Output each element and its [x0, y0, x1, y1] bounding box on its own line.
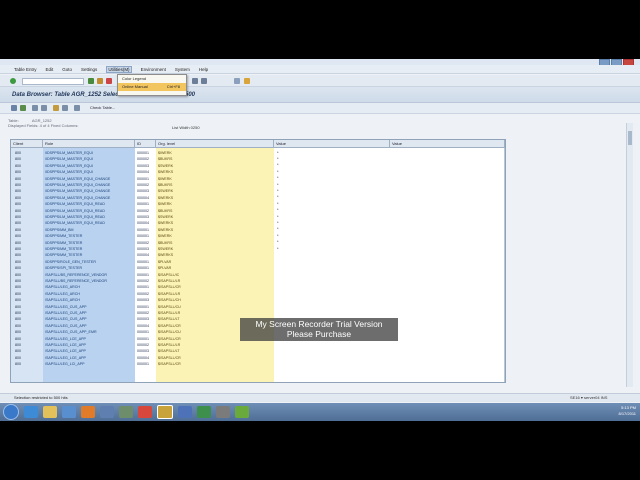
print-icon[interactable]: [192, 78, 198, 84]
cell-value[interactable]: *: [277, 156, 279, 161]
cell-value[interactable]: *: [277, 194, 279, 199]
utilities-dropdown: Color Legend Online Manual Ctrl+F8: [117, 74, 187, 96]
filter-icon[interactable]: [53, 105, 59, 111]
back-icon[interactable]: [88, 78, 94, 84]
displayed-fields: Displayed Fields: 4 of 4 Fixed Columns:: [8, 123, 79, 128]
start-button[interactable]: [3, 404, 19, 420]
export-icon[interactable]: [74, 105, 80, 111]
dropdown-item-online-manual[interactable]: Online Manual Ctrl+F8: [118, 83, 186, 91]
app-icon[interactable]: [119, 406, 133, 418]
cell-value[interactable]: *: [277, 246, 279, 251]
cell-value[interactable]: *: [277, 207, 279, 212]
dropdown-item-label: Color Legend: [122, 76, 147, 81]
cancel-icon[interactable]: [106, 78, 112, 84]
list-width-button[interactable]: List Width 0250: [172, 125, 200, 130]
cell-value[interactable]: *: [277, 150, 279, 155]
col-header-role[interactable]: Role: [43, 140, 135, 148]
sap-window: Table Entry Edit Goto Settings Utilities(M) E…: [0, 59, 640, 421]
scroll-thumb[interactable]: [628, 131, 632, 145]
recorder-icon[interactable]: [235, 406, 249, 418]
cell-value[interactable]: *: [277, 239, 279, 244]
explorer-icon[interactable]: [43, 406, 57, 418]
status-bar: Selection restricted to 500 hits SE16 ▾ …: [0, 393, 640, 402]
title-header: Data Browser: Table AGR_1252 Select Entr…: [0, 87, 640, 103]
value2-column-bg: [390, 148, 505, 382]
excel-icon[interactable]: [197, 406, 211, 418]
check-table-button[interactable]: Check Table...: [90, 105, 115, 110]
cell-value[interactable]: *: [277, 226, 279, 231]
menu-item-utilities-m[interactable]: Utilities(M): [106, 65, 132, 73]
media-icon[interactable]: [62, 406, 76, 418]
clock-date: 8/17/2011: [618, 411, 637, 416]
help-icon[interactable]: [244, 78, 250, 84]
cell-id[interactable]: 000001: [137, 361, 157, 367]
sap-gui-icon[interactable]: [157, 405, 173, 419]
menu-item-goto[interactable]: Goto: [62, 67, 72, 72]
menu-item-help[interactable]: Help: [199, 67, 208, 72]
value-column-bg: [274, 148, 391, 382]
dropdown-item-color-legend[interactable]: Color Legend: [118, 75, 186, 83]
cell-value[interactable]: *: [277, 162, 279, 167]
col-header-value-2[interactable]: Value: [390, 140, 505, 148]
cell-value[interactable]: *: [277, 201, 279, 206]
find-icon[interactable]: [201, 78, 207, 84]
application-toolbar: Check Table...: [0, 103, 640, 114]
change-icon[interactable]: [20, 105, 26, 111]
status-message: Selection restricted to 500 hits: [14, 395, 68, 400]
watermark-line1: My Screen Recorder Trial Version: [255, 319, 383, 329]
clock[interactable]: 5:13 PM 8/17/2011: [619, 405, 637, 417]
chrome-icon[interactable]: [138, 406, 152, 418]
sort-desc-icon[interactable]: [41, 105, 47, 111]
cell-value[interactable]: *: [277, 188, 279, 193]
word-icon[interactable]: [178, 406, 192, 418]
col-header-id[interactable]: ID: [135, 140, 156, 148]
cell-role[interactable]: /SAPSLL/LEG_LCI_APP: [45, 361, 135, 367]
enter-icon[interactable]: [10, 78, 16, 84]
firefox-icon[interactable]: [81, 406, 95, 418]
sort-asc-icon[interactable]: [32, 105, 38, 111]
system-info[interactable]: SE16 ▾ server04 INS: [570, 395, 607, 400]
menu-item-environment[interactable]: Environment: [141, 67, 166, 72]
cell-value[interactable]: *: [277, 233, 279, 238]
menu-item-settings[interactable]: Settings: [81, 67, 97, 72]
new-session-icon[interactable]: [234, 78, 240, 84]
watermark-line2: Please Purchase: [286, 329, 352, 339]
selection-info: Table: AGR_1252 Displayed Fields: 4 of 4…: [8, 118, 78, 128]
data-grid: Client Role ID Org. level Value Value 80…: [10, 139, 506, 383]
ie-icon[interactable]: [24, 406, 38, 418]
menu-item-edit[interactable]: Edit: [46, 67, 54, 72]
system-toolbar: [0, 75, 640, 87]
menu-item-system[interactable]: System: [175, 67, 190, 72]
vertical-scrollbar[interactable]: [626, 123, 633, 387]
command-field[interactable]: [22, 78, 84, 85]
exit-icon[interactable]: [97, 78, 103, 84]
cell-value[interactable]: *: [277, 182, 279, 187]
dropdown-item-label: Online Manual: [122, 84, 148, 89]
dropdown-item-shortcut: Ctrl+F8: [166, 84, 180, 89]
taskbar: 5:13 PM 8/17/2011: [0, 403, 640, 421]
cell-value[interactable]: *: [277, 220, 279, 225]
col-header-org-level[interactable]: Org. level: [156, 140, 274, 148]
cell-value[interactable]: *: [277, 214, 279, 219]
tools-icon[interactable]: [216, 406, 230, 418]
watermark: My Screen Recorder Trial Version Please …: [240, 318, 398, 341]
sum-icon[interactable]: [62, 105, 68, 111]
cell-client[interactable]: 800: [15, 361, 41, 367]
col-header-value[interactable]: Value: [274, 140, 390, 148]
cell-value[interactable]: *: [277, 169, 279, 174]
menu-item-table-entry[interactable]: Table Entry: [14, 67, 37, 72]
menu-bar: Table Entry Edit Goto Settings Utilities(M) E…: [0, 65, 640, 74]
col-header-client[interactable]: Client: [11, 140, 43, 148]
display-icon[interactable]: [11, 105, 17, 111]
cell-org[interactable]: $/SAPSLL/CR: [158, 361, 268, 367]
cell-value[interactable]: *: [277, 175, 279, 180]
sap-logon-icon[interactable]: [100, 406, 114, 418]
